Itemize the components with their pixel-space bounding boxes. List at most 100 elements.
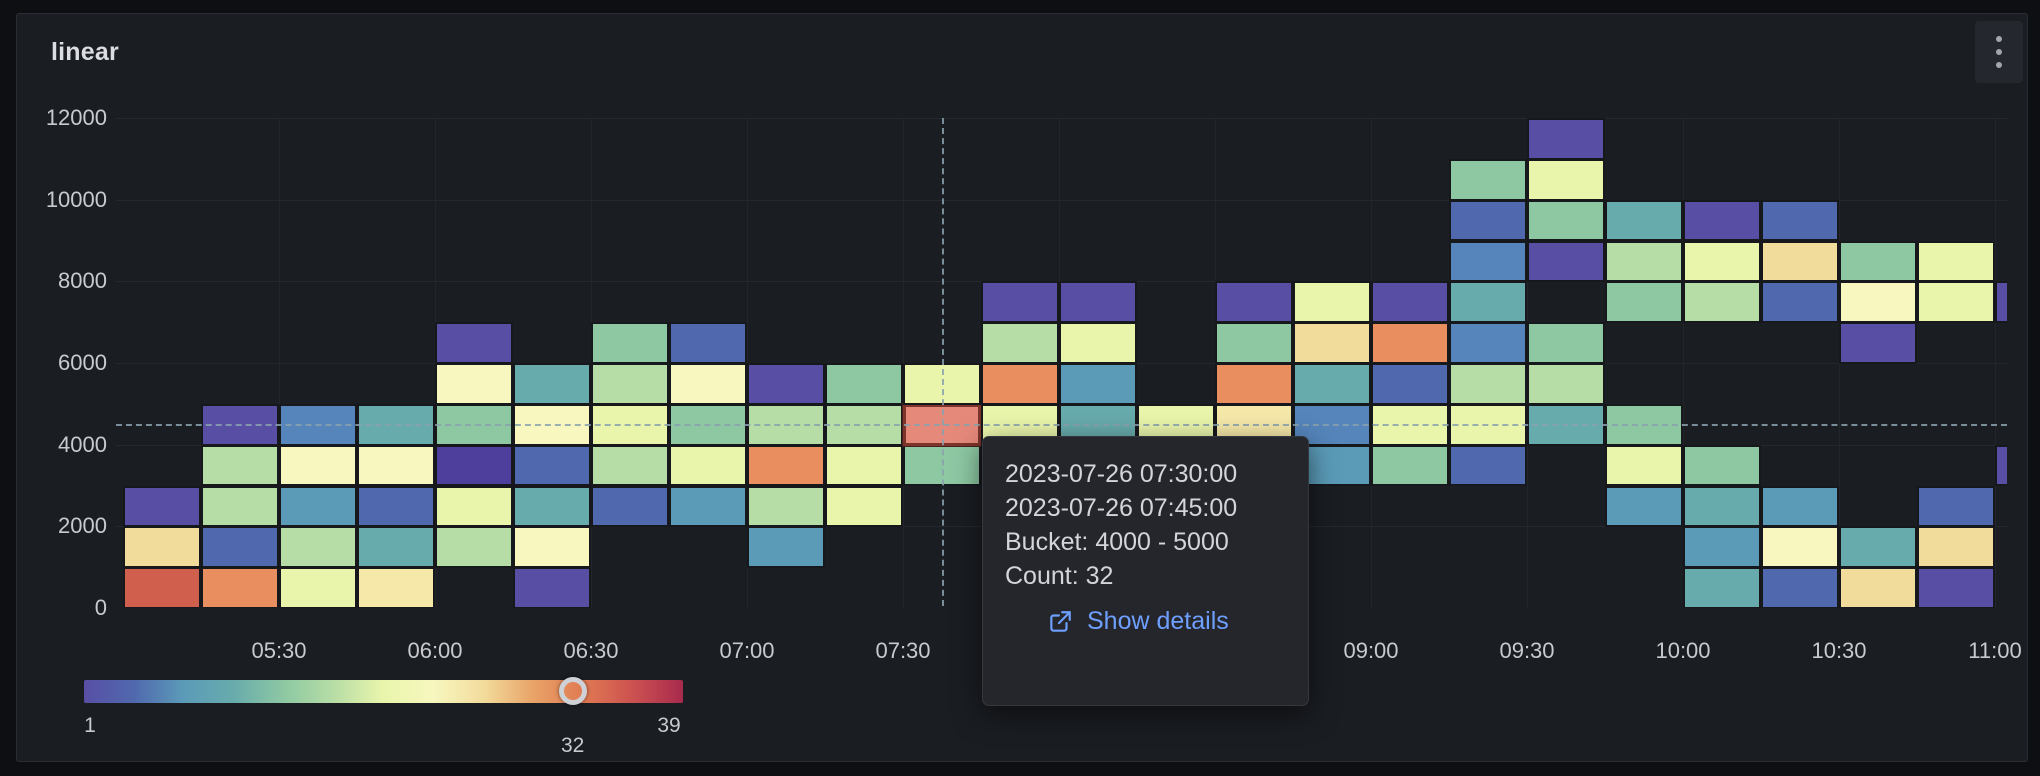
heatmap-cell[interactable] (747, 526, 825, 568)
heatmap-cell[interactable] (1449, 363, 1527, 405)
heatmap-cell[interactable] (1293, 281, 1371, 323)
heatmap-cell[interactable] (1371, 281, 1449, 323)
heatmap-cell[interactable] (1683, 526, 1761, 568)
heatmap-cell[interactable] (1839, 526, 1917, 568)
heatmap-cell[interactable] (1839, 322, 1917, 364)
heatmap-cell[interactable] (1683, 281, 1761, 323)
heatmap-cell[interactable] (1839, 281, 1917, 323)
heatmap-cell[interactable] (747, 445, 825, 487)
heatmap-cell[interactable] (435, 322, 513, 364)
heatmap-cell[interactable] (1449, 445, 1527, 487)
heatmap-cell[interactable] (1761, 526, 1839, 568)
show-details-link[interactable]: Show details (1047, 607, 1286, 636)
heatmap-cell[interactable] (1995, 281, 2007, 323)
heatmap-cell[interactable] (1683, 445, 1761, 487)
heatmap-cell[interactable] (1917, 526, 1995, 568)
heatmap-cell[interactable] (1215, 281, 1293, 323)
heatmap-cell[interactable] (513, 363, 591, 405)
heatmap-cell[interactable] (1527, 159, 1605, 201)
heatmap-cell[interactable] (1761, 567, 1839, 608)
heatmap-cell[interactable] (1605, 200, 1683, 242)
heatmap-cell[interactable] (357, 445, 435, 487)
heatmap-cell[interactable] (1605, 445, 1683, 487)
heatmap-cell[interactable] (279, 526, 357, 568)
heatmap-cell[interactable] (357, 526, 435, 568)
heatmap-cell[interactable] (981, 363, 1059, 405)
heatmap-cell[interactable] (591, 486, 669, 528)
heatmap-cell[interactable] (123, 486, 201, 528)
heatmap-cell[interactable] (513, 526, 591, 568)
heatmap-cell[interactable] (513, 567, 591, 608)
heatmap-cell[interactable] (1527, 200, 1605, 242)
heatmap-cell[interactable] (1215, 322, 1293, 364)
heatmap-cell[interactable] (1527, 363, 1605, 405)
heatmap-cell[interactable] (825, 486, 903, 528)
heatmap-cell[interactable] (747, 486, 825, 528)
heatmap-cell[interactable] (1449, 241, 1527, 283)
heatmap-cell[interactable] (1059, 281, 1137, 323)
heatmap-cell[interactable] (981, 322, 1059, 364)
heatmap-cell[interactable] (1059, 322, 1137, 364)
heatmap-cell[interactable] (1917, 281, 1995, 323)
heatmap-cell[interactable] (1527, 241, 1605, 283)
heatmap-cell[interactable] (1449, 281, 1527, 323)
heatmap-cell[interactable] (279, 486, 357, 528)
heatmap-cell[interactable] (435, 486, 513, 528)
heatmap-cell[interactable] (513, 486, 591, 528)
heatmap-cell[interactable] (1761, 281, 1839, 323)
heatmap-cell[interactable] (1683, 200, 1761, 242)
heatmap-cell[interactable] (1371, 363, 1449, 405)
panel-menu-button[interactable] (1975, 21, 2023, 83)
heatmap-cell[interactable] (1293, 363, 1371, 405)
heatmap-cell[interactable] (747, 363, 825, 405)
heatmap-cell[interactable] (1761, 486, 1839, 528)
heatmap-cell[interactable] (201, 567, 279, 608)
heatmap-cell[interactable] (1683, 241, 1761, 283)
heatmap-cell[interactable] (1917, 567, 1995, 608)
heatmap-cell[interactable] (279, 567, 357, 608)
heatmap-cell[interactable] (591, 322, 669, 364)
heatmap-cell[interactable] (669, 486, 747, 528)
heatmap-cell[interactable] (1839, 241, 1917, 283)
heatmap-cell[interactable] (201, 526, 279, 568)
heatmap-cell[interactable] (1605, 241, 1683, 283)
heatmap-cell[interactable] (1683, 486, 1761, 528)
heatmap-cell[interactable] (591, 445, 669, 487)
heatmap-cell[interactable] (981, 281, 1059, 323)
heatmap-cell[interactable] (357, 486, 435, 528)
heatmap-cell[interactable] (357, 567, 435, 608)
heatmap-cell[interactable] (1839, 567, 1917, 608)
heatmap-cell[interactable] (435, 363, 513, 405)
heatmap-cell[interactable] (1527, 118, 1605, 160)
heatmap-cell[interactable] (591, 363, 669, 405)
heatmap-cell[interactable] (669, 445, 747, 487)
heatmap-cell[interactable] (1761, 200, 1839, 242)
heatmap-cell[interactable] (1059, 363, 1137, 405)
heatmap-cell[interactable] (1215, 363, 1293, 405)
heatmap-cell[interactable] (279, 445, 357, 487)
heatmap-cell[interactable] (825, 363, 903, 405)
heatmap-cell[interactable] (1605, 486, 1683, 528)
heatmap-cell[interactable] (1683, 567, 1761, 608)
heatmap-cell[interactable] (1293, 322, 1371, 364)
heatmap-cell[interactable] (123, 526, 201, 568)
heatmap-cell[interactable] (1527, 322, 1605, 364)
heatmap-cell[interactable] (1371, 322, 1449, 364)
heatmap-cell[interactable] (1371, 445, 1449, 487)
heatmap-cell[interactable] (201, 445, 279, 487)
heatmap-cell[interactable] (1917, 486, 1995, 528)
heatmap-cell[interactable] (1449, 159, 1527, 201)
heatmap-cell[interactable] (1605, 281, 1683, 323)
heatmap-cell[interactable] (123, 567, 201, 608)
heatmap-cell[interactable] (1449, 200, 1527, 242)
heatmap-cell[interactable] (513, 445, 591, 487)
heatmap-cell[interactable] (669, 322, 747, 364)
heatmap-cell[interactable] (1449, 322, 1527, 364)
heatmap-cell[interactable] (669, 363, 747, 405)
heatmap-cell[interactable] (825, 445, 903, 487)
panel-title[interactable]: linear (51, 38, 119, 67)
heatmap-cell[interactable] (1995, 445, 2007, 487)
heatmap-cell[interactable] (435, 526, 513, 568)
heatmap-cell[interactable] (1761, 241, 1839, 283)
heatmap-cell[interactable] (1917, 241, 1995, 283)
